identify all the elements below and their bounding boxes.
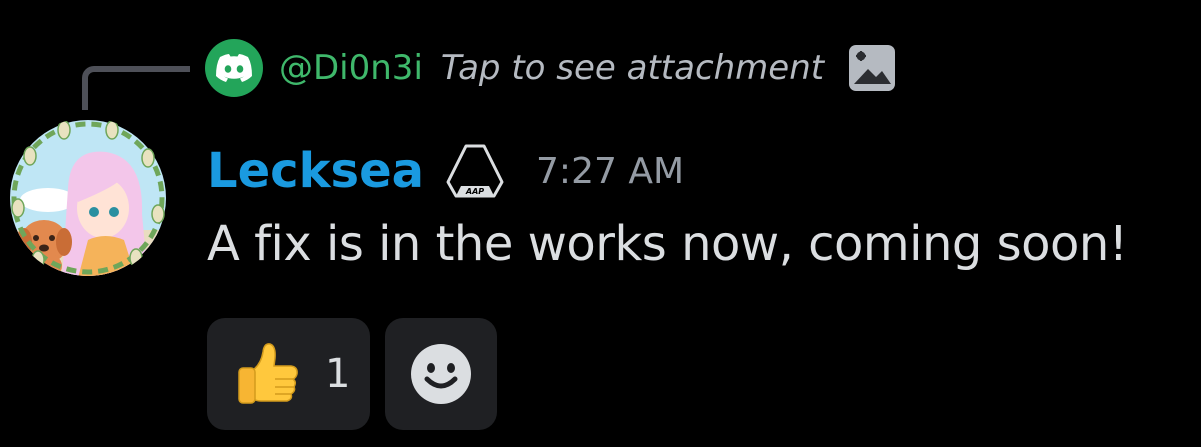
user-avatar[interactable] bbox=[8, 118, 168, 278]
reply-preview[interactable]: @Di0n3i Tap to see attachment bbox=[205, 39, 898, 97]
reactions-bar: 1 bbox=[207, 318, 497, 430]
discord-logo-icon bbox=[205, 39, 263, 97]
reply-author[interactable]: @Di0n3i bbox=[279, 48, 423, 88]
server-tag-text: AAP bbox=[465, 187, 484, 196]
image-icon[interactable] bbox=[846, 42, 898, 94]
add-reaction-button[interactable] bbox=[385, 318, 497, 430]
add-reaction-icon bbox=[411, 344, 471, 404]
username[interactable]: Lecksea bbox=[207, 143, 424, 199]
message-header: Lecksea AAP 7:27 AM bbox=[207, 138, 684, 204]
reaction-thumbs-up[interactable]: 1 bbox=[207, 318, 370, 430]
thumbs-up-icon bbox=[238, 343, 298, 404]
server-tag-icon[interactable]: AAP bbox=[444, 140, 506, 202]
reply-connector-line bbox=[82, 66, 190, 110]
reaction-count: 1 bbox=[325, 351, 351, 397]
message-content: A fix is in the works now, coming soon! bbox=[207, 216, 1128, 272]
reply-text[interactable]: Tap to see attachment bbox=[441, 48, 824, 88]
message-timestamp: 7:27 AM bbox=[536, 150, 685, 192]
